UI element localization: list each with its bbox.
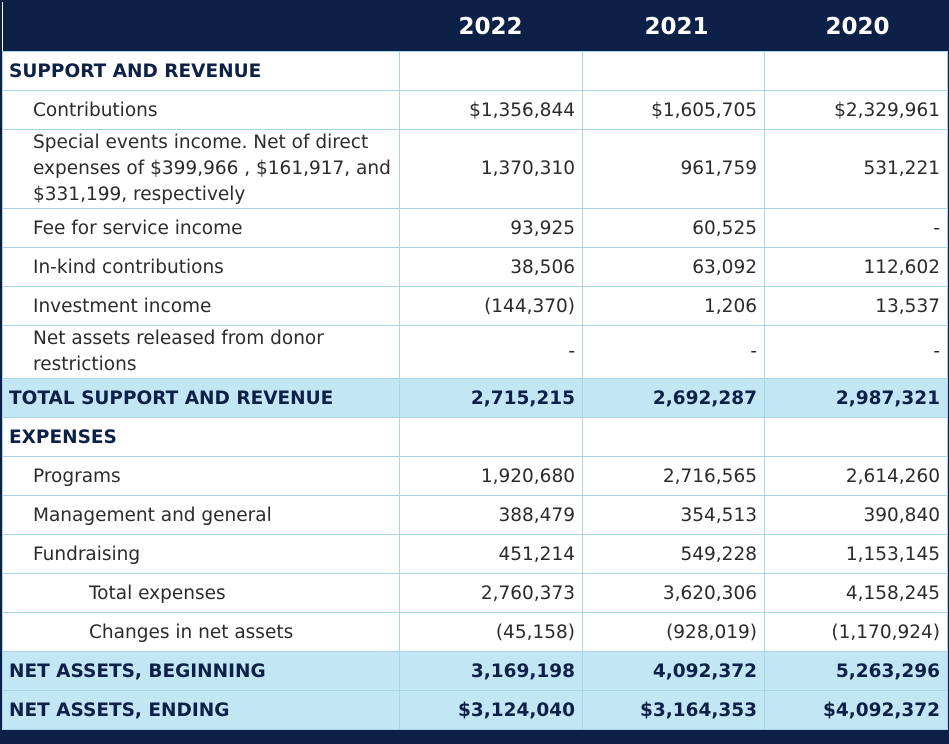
row-net-assets-released: Net assets released from donor restricti… <box>2 325 948 379</box>
row-fundraising: Fundraising 451,214 549,228 1,153,145 <box>2 534 948 574</box>
row-label: Net assets released from donor restricti… <box>2 325 400 379</box>
year-header-2021: 2021 <box>582 2 765 52</box>
value-2021 <box>582 417 765 457</box>
value-2022: 451,214 <box>399 534 583 574</box>
row-contributions: Contributions $1,356,844 $1,605,705 $2,3… <box>2 90 948 130</box>
value-2020 <box>764 417 948 457</box>
row-label: Fundraising <box>2 534 400 574</box>
header-row: 2022 2021 2020 <box>2 2 948 52</box>
value-2022: - <box>399 325 583 379</box>
value-2020: - <box>764 208 948 248</box>
value-2021: 354,513 <box>582 495 765 535</box>
row-changes-in-net-assets: Changes in net assets (45,158) (928,019)… <box>2 612 948 652</box>
total-row-net-assets-beginning: NET ASSETS, BEGINNING 3,169,198 4,092,37… <box>2 651 948 691</box>
value-2022: 3,169,198 <box>399 651 583 691</box>
value-2022 <box>399 51 583 91</box>
section-row-expenses: EXPENSES <box>2 417 948 457</box>
row-label: Fee for service income <box>2 208 400 248</box>
header-blank-cell <box>2 2 400 52</box>
value-2021: 4,092,372 <box>582 651 765 691</box>
value-2020: 4,158,245 <box>764 573 948 613</box>
value-2021: 60,525 <box>582 208 765 248</box>
value-2021 <box>582 51 765 91</box>
year-header-2020: 2020 <box>764 2 948 52</box>
row-investment-income: Investment income (144,370) 1,206 13,537 <box>2 286 948 326</box>
row-label: Management and general <box>2 495 400 535</box>
value-2020: 390,840 <box>764 495 948 535</box>
row-label: Changes in net assets <box>2 612 400 652</box>
financial-statement: 2022 2021 2020 SUPPORT AND REVENUE Contr… <box>0 0 949 744</box>
row-label: SUPPORT AND REVENUE <box>2 51 400 91</box>
value-2020: $4,092,372 <box>764 690 948 730</box>
value-2020: 1,153,145 <box>764 534 948 574</box>
value-2021: $1,605,705 <box>582 90 765 130</box>
value-2021: $3,164,353 <box>582 690 765 730</box>
row-management-and-general: Management and general 388,479 354,513 3… <box>2 495 948 535</box>
value-2022: $1,356,844 <box>399 90 583 130</box>
row-label: Total expenses <box>2 573 400 613</box>
value-2021: - <box>582 325 765 379</box>
value-2021: 2,692,287 <box>582 378 765 418</box>
row-label: Programs <box>2 456 400 496</box>
row-label: Contributions <box>2 90 400 130</box>
row-label: EXPENSES <box>2 417 400 457</box>
value-2020: 2,614,260 <box>764 456 948 496</box>
value-2022: 1,370,310 <box>399 129 583 209</box>
total-row-net-assets-ending: NET ASSETS, ENDING $3,124,040 $3,164,353… <box>2 690 948 730</box>
value-2020: 531,221 <box>764 129 948 209</box>
value-2021: 63,092 <box>582 247 765 287</box>
row-label: TOTAL SUPPORT AND REVENUE <box>2 378 400 418</box>
value-2022: 2,715,215 <box>399 378 583 418</box>
row-label: In-kind contributions <box>2 247 400 287</box>
row-programs: Programs 1,920,680 2,716,565 2,614,260 <box>2 456 948 496</box>
total-row-support-and-revenue: TOTAL SUPPORT AND REVENUE 2,715,215 2,69… <box>2 378 948 418</box>
value-2022: (144,370) <box>399 286 583 326</box>
value-2020: - <box>764 325 948 379</box>
value-2020: 5,263,296 <box>764 651 948 691</box>
value-2022: 388,479 <box>399 495 583 535</box>
value-2022: 93,925 <box>399 208 583 248</box>
value-2022: $3,124,040 <box>399 690 583 730</box>
row-label: Investment income <box>2 286 400 326</box>
year-header-2022: 2022 <box>399 2 583 52</box>
value-2022 <box>399 417 583 457</box>
value-2021: 1,206 <box>582 286 765 326</box>
value-2021: 3,620,306 <box>582 573 765 613</box>
value-2020: 13,537 <box>764 286 948 326</box>
value-2020: $2,329,961 <box>764 90 948 130</box>
value-2022: 38,506 <box>399 247 583 287</box>
row-special-events-income: Special events income. Net of direct exp… <box>2 129 948 209</box>
value-2021: (928,019) <box>582 612 765 652</box>
value-2021: 2,716,565 <box>582 456 765 496</box>
value-2020: 2,987,321 <box>764 378 948 418</box>
row-fee-for-service-income: Fee for service income 93,925 60,525 - <box>2 208 948 248</box>
row-in-kind-contributions: In-kind contributions 38,506 63,092 112,… <box>2 247 948 287</box>
row-total-expenses: Total expenses 2,760,373 3,620,306 4,158… <box>2 573 948 613</box>
value-2022: 2,760,373 <box>399 573 583 613</box>
section-row-support-and-revenue: SUPPORT AND REVENUE <box>2 51 948 91</box>
value-2020: 112,602 <box>764 247 948 287</box>
row-label: Special events income. Net of direct exp… <box>2 129 400 209</box>
value-2021: 549,228 <box>582 534 765 574</box>
value-2020: (1,170,924) <box>764 612 948 652</box>
value-2020 <box>764 51 948 91</box>
statement-table: 2022 2021 2020 SUPPORT AND REVENUE Contr… <box>2 2 948 730</box>
row-label: NET ASSETS, BEGINNING <box>2 651 400 691</box>
value-2022: 1,920,680 <box>399 456 583 496</box>
value-2021: 961,759 <box>582 129 765 209</box>
row-label: NET ASSETS, ENDING <box>2 690 400 730</box>
value-2022: (45,158) <box>399 612 583 652</box>
